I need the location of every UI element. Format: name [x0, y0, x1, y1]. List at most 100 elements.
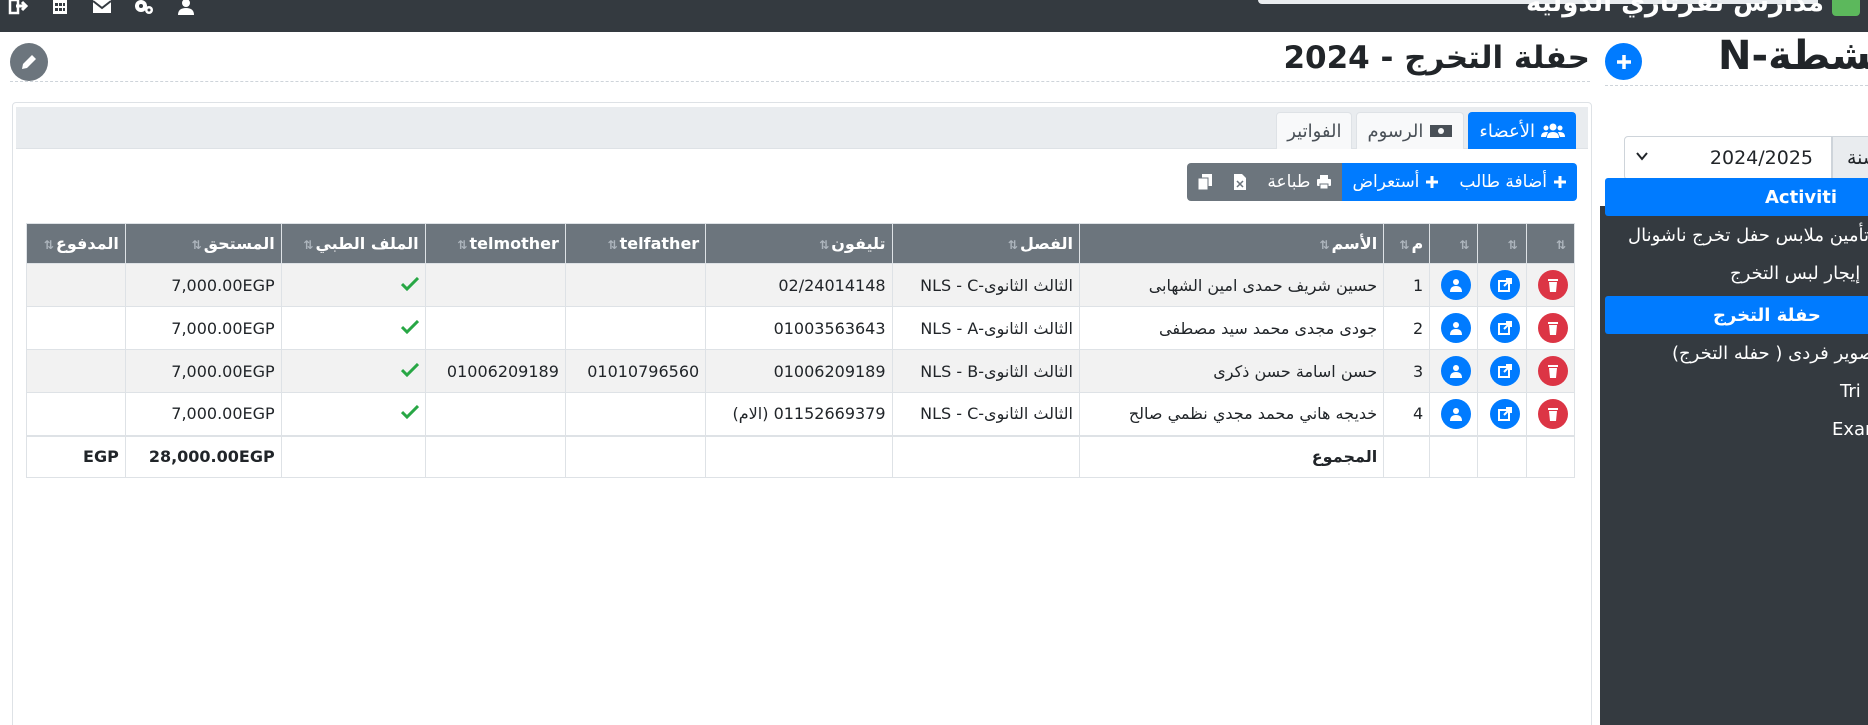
col-phone[interactable]: تليفون⇅	[705, 223, 893, 264]
cogs-icon[interactable]	[134, 0, 154, 16]
delete-cell	[1525, 263, 1576, 307]
col-medical[interactable]: الملف الطبي⇅	[280, 223, 426, 264]
trash-icon[interactable]	[1538, 313, 1568, 343]
plus-icon	[1616, 54, 1631, 69]
row-num: 3	[1383, 349, 1431, 393]
browse-button[interactable]: أستعراض	[1342, 163, 1450, 201]
row-paid	[26, 349, 126, 393]
delete-cell	[1525, 306, 1576, 350]
sidebar-item-national-uniform[interactable]: تأمين ملابس حفل تخرج ناشونال	[1600, 216, 1868, 254]
col-class[interactable]: الفصل⇅	[891, 223, 1081, 264]
row-telmother	[424, 392, 566, 436]
col-name[interactable]: الأسم⇅	[1078, 223, 1385, 264]
row-name: حسن اسامة حسن ذكرى	[1078, 349, 1385, 393]
student-icon[interactable]	[1441, 270, 1472, 300]
row-num: 4	[1383, 392, 1431, 436]
external-link-icon[interactable]	[1489, 270, 1520, 300]
row-due: 7,000.00EGP	[124, 392, 282, 436]
excel-button[interactable]	[1223, 163, 1258, 201]
row-telfather	[564, 392, 707, 436]
row-telfather: 01010796560	[564, 349, 707, 393]
col-num[interactable]: م⇅	[1383, 223, 1431, 264]
page-title: حفلة التخرج - 2024	[1283, 40, 1590, 76]
tab-fees[interactable]: الرسوم	[1356, 112, 1465, 149]
student-icon[interactable]	[1441, 313, 1472, 343]
row-medical	[280, 349, 426, 393]
student-icon[interactable]	[1441, 356, 1472, 386]
sidebar-item-gown-rental[interactable]: إيجار لبس التخرج	[1600, 254, 1868, 292]
envelope-icon[interactable]	[92, 0, 112, 16]
tab-bar: الأعضاء الرسوم الفواتير	[16, 107, 1588, 149]
col-open[interactable]: ⇅	[1477, 223, 1527, 264]
members-table: ⇅ ⇅ ⇅ م⇅ الأسم⇅ الفصل⇅ تليفون⇅ telfather…	[26, 223, 1576, 478]
user-icon[interactable]	[176, 0, 196, 16]
users-icon	[1541, 123, 1565, 138]
row-due: 7,000.00EGP	[124, 263, 282, 307]
table-row: 3 حسن اسامة حسن ذكرى الثالث الثانوى-NLS …	[26, 349, 1576, 393]
profile-cell	[1429, 392, 1479, 436]
tab-fees-label: الرسوم	[1367, 120, 1424, 142]
col-delete[interactable]: ⇅	[1525, 223, 1576, 264]
add-activity-button[interactable]	[1605, 43, 1642, 80]
activity-list: Activiti تأمين ملابس حفل تخرج ناشونال إي…	[1600, 174, 1868, 448]
profile-cell	[1429, 349, 1479, 393]
row-class: الثالث الثانوى-NLS - C	[891, 392, 1081, 436]
check-icon	[400, 362, 419, 377]
tab-invoices[interactable]: الفواتير	[1276, 112, 1353, 149]
col-telfather[interactable]: telfather⇅	[564, 223, 707, 264]
row-medical	[280, 263, 426, 307]
col-telmother[interactable]: telmother⇅	[424, 223, 566, 264]
tab-members[interactable]: الأعضاء	[1468, 112, 1576, 149]
brand[interactable]: مدارس نفرتاري الدولية	[1526, 0, 1860, 18]
sidebar-item-exam[interactable]: Exan	[1600, 410, 1868, 448]
edit-button[interactable]	[10, 43, 48, 81]
student-icon[interactable]	[1441, 398, 1472, 429]
col-profile[interactable]: ⇅	[1429, 223, 1479, 264]
sidebar-item-photo[interactable]: تصوير فردى ( حفله التخرج)	[1600, 334, 1868, 372]
school-logo	[1832, 0, 1860, 16]
table-row: 2 جودى مجدى محمد سيد مصطفى الثالث الثانو…	[26, 306, 1576, 350]
row-medical	[280, 306, 426, 350]
calculator-icon[interactable]	[50, 0, 70, 16]
total-label: المجموع	[1078, 434, 1385, 478]
col-paid[interactable]: المدفوع⇅	[26, 223, 126, 264]
row-paid	[26, 263, 126, 307]
plus-icon	[1426, 176, 1439, 188]
row-medical	[280, 392, 426, 436]
sidebar-item-graduation[interactable]: حفلة التخرج	[1605, 296, 1868, 334]
row-telmother	[424, 306, 566, 350]
chevron-down-icon	[1636, 152, 1648, 161]
main-content: حفلة التخرج - 2024 الأعضاء الرسوم الفوات…	[0, 32, 1600, 725]
external-link-icon[interactable]	[1489, 398, 1520, 429]
row-class: الثالث الثانوى-NLS - B	[891, 349, 1081, 393]
col-due[interactable]: المستحق⇅	[124, 223, 282, 264]
table-row: 4 خديجه هاني محمد مجدي نظمي صالح الثالث …	[26, 392, 1576, 436]
divider	[1605, 85, 1868, 86]
sign-out-icon[interactable]	[8, 0, 28, 16]
row-paid	[26, 392, 126, 436]
content-card: الأعضاء الرسوم الفواتير أضافة طالب أستعر…	[12, 102, 1592, 725]
divider	[10, 81, 1590, 82]
trash-icon[interactable]	[1538, 356, 1568, 386]
row-due: 7,000.00EGP	[124, 349, 282, 393]
trash-icon[interactable]	[1538, 270, 1568, 300]
print-button[interactable]: طباعة	[1257, 163, 1343, 201]
check-icon	[400, 405, 419, 420]
profile-cell	[1429, 306, 1479, 350]
brand-name: مدارس نفرتاري الدولية	[1526, 0, 1824, 18]
add-student-button[interactable]: أضافة طالب	[1449, 163, 1577, 201]
open-cell	[1477, 349, 1527, 393]
sidebar-item-activities[interactable]: Activiti	[1605, 178, 1868, 216]
sidebar-item-tri[interactable]: Tri	[1600, 372, 1868, 410]
open-cell	[1477, 306, 1527, 350]
plus-icon	[1554, 176, 1566, 188]
row-phone: 02/24014148	[705, 263, 893, 307]
trash-icon[interactable]	[1538, 398, 1568, 429]
external-link-icon[interactable]	[1489, 313, 1520, 343]
copy-button[interactable]	[1187, 163, 1224, 201]
row-class: الثالث الثانوى-NLS - A	[891, 306, 1081, 350]
row-name: حسين شريف حمدى امين الشهابى	[1078, 263, 1385, 307]
external-link-icon[interactable]	[1489, 356, 1520, 386]
tab-members-label: الأعضاء	[1479, 120, 1535, 142]
browse-label: أستعراض	[1352, 172, 1420, 192]
